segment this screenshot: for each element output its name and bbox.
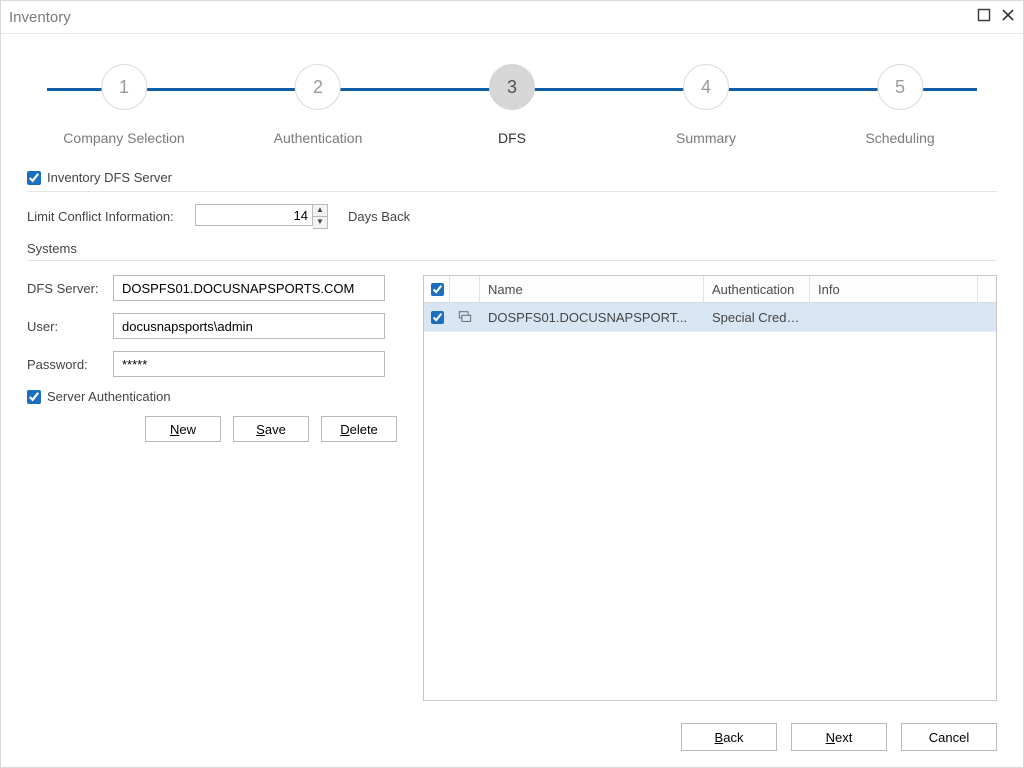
dfs-server-input[interactable]: [113, 275, 385, 301]
step-label: Authentication: [274, 130, 363, 146]
grid-col-auth[interactable]: Authentication: [704, 276, 810, 302]
step-scheduling[interactable]: 5 Scheduling: [865, 64, 934, 146]
grid-body[interactable]: DOSPFS01.DOCUSNAPSPORT... Special Crede.…: [424, 303, 996, 700]
grid-col-icon[interactable]: [450, 276, 480, 302]
systems-heading: Systems: [27, 241, 997, 256]
maximize-icon[interactable]: [977, 8, 991, 26]
step-label: DFS: [489, 130, 535, 146]
row-checkbox[interactable]: [431, 311, 444, 324]
btn-text: Cancel: [929, 730, 969, 745]
grid-col-padding: [978, 276, 996, 302]
inventory-dfs-label: Inventory DFS Server: [47, 170, 172, 185]
save-button[interactable]: Save: [233, 416, 309, 442]
step-dfs[interactable]: 3 DFS: [489, 64, 535, 146]
step-company-selection[interactable]: 1 Company Selection: [63, 64, 184, 146]
btn-text-suffix: elete: [350, 422, 378, 437]
inventory-dfs-checkbox[interactable]: [27, 171, 41, 185]
step-number: 5: [877, 64, 923, 110]
spinner-up-icon[interactable]: ▲: [313, 205, 327, 217]
password-label: Password:: [27, 357, 113, 372]
step-label: Summary: [676, 130, 736, 146]
limit-conflict-label: Limit Conflict Information:: [27, 209, 185, 224]
btn-text-suffix: ave: [265, 422, 286, 437]
btn-text-suffix: ack: [723, 730, 743, 745]
divider: [27, 260, 997, 261]
server-auth-label: Server Authentication: [47, 389, 171, 404]
grid-col-name[interactable]: Name: [480, 276, 704, 302]
divider: [27, 191, 997, 192]
user-label: User:: [27, 319, 113, 334]
server-icon: [450, 309, 480, 325]
systems-grid: Name Authentication Info: [423, 275, 997, 701]
step-number: 4: [683, 64, 729, 110]
inventory-dfs-checkbox-row: Inventory DFS Server: [27, 170, 997, 185]
close-icon[interactable]: [1001, 8, 1015, 26]
grid-header: Name Authentication Info: [424, 276, 996, 303]
step-number: 3: [489, 64, 535, 110]
new-button[interactable]: New: [145, 416, 221, 442]
user-input[interactable]: [113, 313, 385, 339]
step-number: 2: [295, 64, 341, 110]
row-auth: Special Crede...: [704, 310, 810, 325]
btn-text-suffix: ext: [835, 730, 852, 745]
grid-select-all-checkbox[interactable]: [431, 283, 444, 296]
server-auth-checkbox[interactable]: [27, 390, 41, 404]
wizard-footer: Back Next Cancel: [681, 723, 997, 751]
grid-col-info[interactable]: Info: [810, 276, 978, 302]
wizard-stepper: 1 Company Selection 2 Authentication 3 D…: [27, 56, 997, 166]
step-authentication[interactable]: 2 Authentication: [274, 64, 363, 146]
system-form: DFS Server: User: Password: Server Authe…: [27, 275, 397, 701]
next-button[interactable]: Next: [791, 723, 887, 751]
step-number: 1: [101, 64, 147, 110]
server-auth-row: Server Authentication: [27, 389, 397, 404]
spinner-down-icon[interactable]: ▼: [313, 217, 327, 228]
limit-conflict-input[interactable]: [195, 204, 313, 226]
btn-text-suffix: ew: [179, 422, 196, 437]
titlebar: Inventory: [1, 1, 1023, 34]
password-input[interactable]: [113, 351, 385, 377]
row-name: DOSPFS01.DOCUSNAPSPORT...: [480, 310, 704, 325]
limit-conflict-row: Limit Conflict Information: ▲ ▼ Days Bac…: [27, 204, 997, 229]
dfs-server-label: DFS Server:: [27, 281, 113, 296]
step-label: Scheduling: [865, 130, 934, 146]
days-back-label: Days Back: [348, 209, 410, 224]
limit-conflict-spinner: ▲ ▼: [195, 204, 328, 229]
delete-button[interactable]: Delete: [321, 416, 397, 442]
step-summary[interactable]: 4 Summary: [676, 64, 736, 146]
inventory-window: Inventory 1 Company Selection 2 Authenti…: [0, 0, 1024, 768]
step-label: Company Selection: [63, 130, 184, 146]
back-button[interactable]: Back: [681, 723, 777, 751]
cancel-button[interactable]: Cancel: [901, 723, 997, 751]
table-row[interactable]: DOSPFS01.DOCUSNAPSPORT... Special Crede.…: [424, 303, 996, 332]
window-title: Inventory: [9, 9, 977, 26]
